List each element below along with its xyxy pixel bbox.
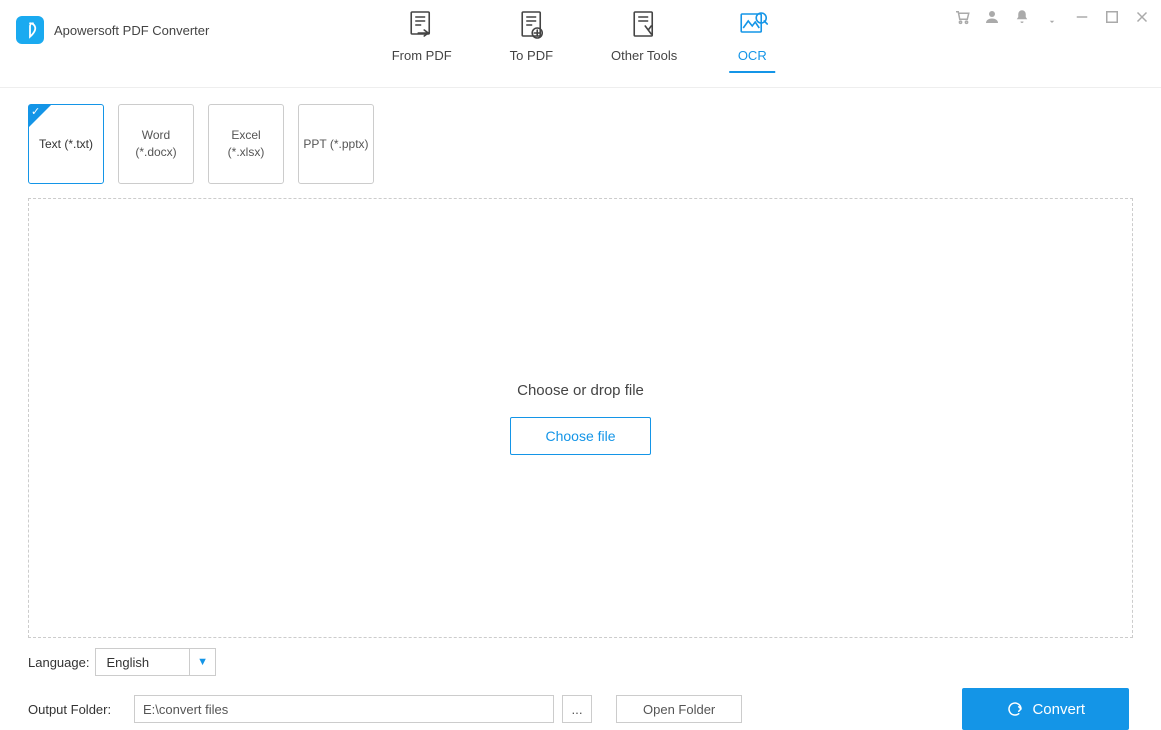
window-controls bbox=[953, 8, 1151, 26]
convert-button[interactable]: Convert bbox=[962, 688, 1129, 730]
app-logo-icon bbox=[16, 16, 44, 44]
choose-file-button[interactable]: Choose file bbox=[510, 417, 650, 455]
app-logo-block: Apowersoft PDF Converter bbox=[0, 0, 209, 44]
format-tile-pptx[interactable]: PPT (*.pptx) bbox=[298, 104, 374, 184]
ocr-icon bbox=[735, 8, 769, 42]
tab-other-tools[interactable]: Other Tools bbox=[605, 8, 683, 73]
user-icon[interactable] bbox=[983, 8, 1001, 26]
format-tile-xlsx[interactable]: Excel (*.xlsx) bbox=[208, 104, 284, 184]
convert-icon bbox=[1006, 700, 1024, 718]
browse-folder-button[interactable]: ... bbox=[562, 695, 592, 723]
tab-label: Other Tools bbox=[611, 48, 677, 63]
format-tile-docx[interactable]: Word(*.docx) bbox=[118, 104, 194, 184]
tab-ocr[interactable]: OCR bbox=[729, 8, 775, 73]
minimize-icon[interactable] bbox=[1073, 8, 1091, 26]
format-tiles: Text (*.txt) Word(*.docx) Excel (*.xlsx)… bbox=[28, 104, 1133, 184]
language-label: Language: bbox=[28, 655, 89, 670]
to-pdf-icon bbox=[514, 8, 548, 42]
chevron-down-icon[interactable]: ▼ bbox=[189, 649, 215, 675]
tab-label: To PDF bbox=[510, 48, 553, 63]
tile-label: Word(*.docx) bbox=[135, 127, 176, 161]
titlebar: Apowersoft PDF Converter From PDF To PDF… bbox=[0, 0, 1161, 88]
other-tools-icon bbox=[627, 8, 661, 42]
tab-label: From PDF bbox=[392, 48, 452, 63]
tab-label: OCR bbox=[738, 48, 767, 63]
tab-from-pdf[interactable]: From PDF bbox=[386, 8, 458, 73]
cart-icon[interactable] bbox=[953, 8, 971, 26]
app-title: Apowersoft PDF Converter bbox=[54, 23, 209, 38]
convert-label: Convert bbox=[1032, 701, 1085, 718]
main-tabs: From PDF To PDF Other Tools OCR bbox=[386, 8, 776, 73]
bell-icon[interactable] bbox=[1013, 8, 1031, 26]
dropzone-hint: Choose or drop file bbox=[517, 382, 644, 399]
language-select[interactable]: English ▼ bbox=[95, 648, 216, 676]
tab-to-pdf[interactable]: To PDF bbox=[504, 8, 559, 73]
tile-label: Excel (*.xlsx) bbox=[213, 127, 279, 161]
close-icon[interactable] bbox=[1133, 8, 1151, 26]
language-value: English bbox=[96, 655, 189, 670]
menu-dropdown-icon[interactable] bbox=[1043, 8, 1061, 26]
tile-label: PPT (*.pptx) bbox=[303, 136, 368, 153]
format-tile-txt[interactable]: Text (*.txt) bbox=[28, 104, 104, 184]
open-folder-button[interactable]: Open Folder bbox=[616, 695, 742, 723]
output-folder-input[interactable] bbox=[134, 695, 554, 723]
dropzone[interactable]: Choose or drop file Choose file bbox=[28, 198, 1133, 638]
tile-label: Text (*.txt) bbox=[39, 136, 93, 153]
from-pdf-icon bbox=[405, 8, 439, 42]
output-folder-label: Output Folder: bbox=[28, 702, 120, 717]
language-row: Language: English ▼ bbox=[28, 648, 1133, 676]
footer-row: Output Folder: ... Open Folder Convert bbox=[28, 688, 1133, 730]
maximize-icon[interactable] bbox=[1103, 8, 1121, 26]
content-area: Text (*.txt) Word(*.docx) Excel (*.xlsx)… bbox=[0, 88, 1161, 730]
